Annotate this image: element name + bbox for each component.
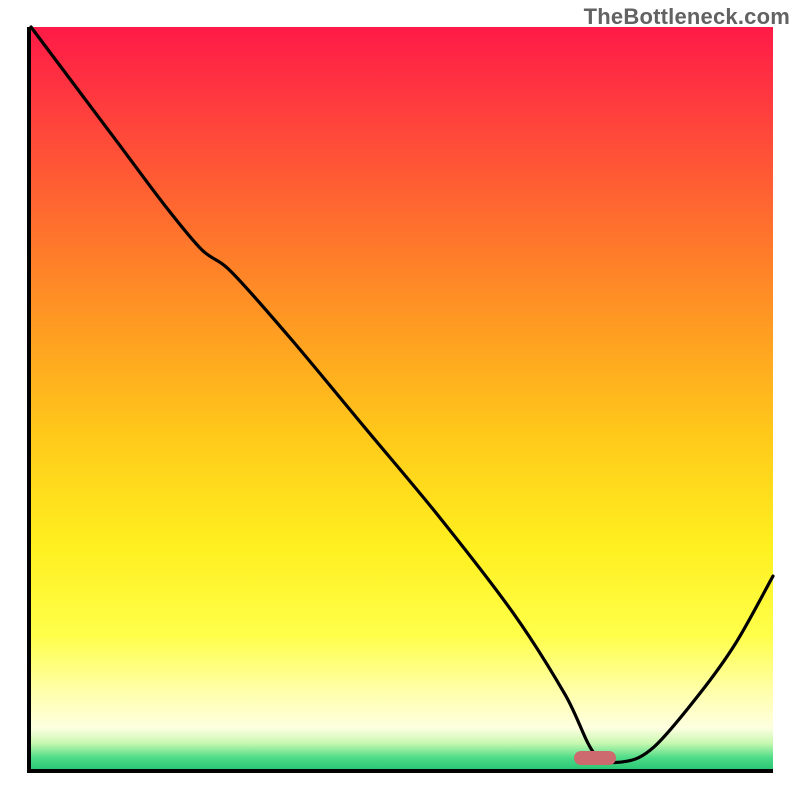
chart-container: TheBottleneck.com [0,0,800,800]
axes-frame [27,27,773,773]
optimal-marker [574,751,616,765]
